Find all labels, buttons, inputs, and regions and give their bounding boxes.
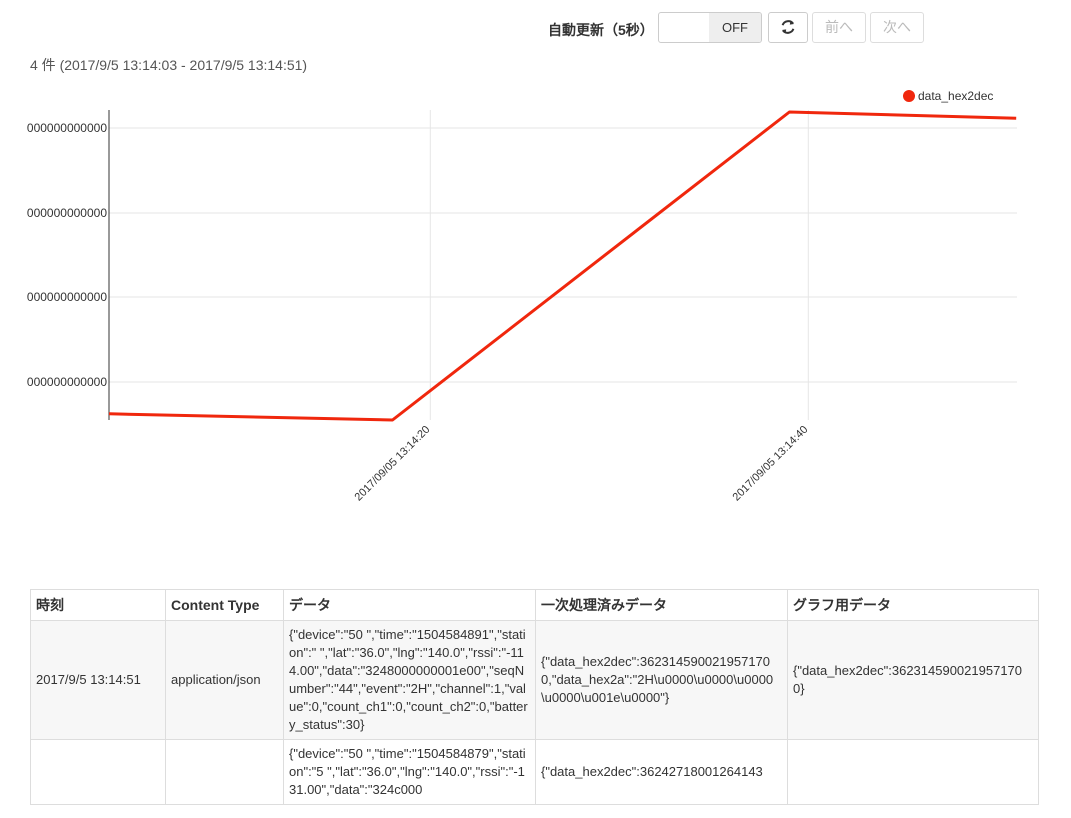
y-tick-label: 000000000000 — [27, 121, 107, 135]
cell-processed: {"data_hex2dec":36242718001264143 — [535, 739, 788, 805]
data-table: 時刻 Content Type データ 一次処理済みデータ グラフ用データ 20… — [30, 589, 1039, 805]
cell-data: {"device":"50 ","time":"1504584891","sta… — [283, 620, 536, 740]
header-content-type: Content Type — [165, 589, 284, 621]
cell-graph — [787, 739, 1039, 805]
cell-time — [30, 739, 166, 805]
cell-content-type — [165, 739, 284, 805]
y-tick-label: 000000000000 — [27, 290, 107, 304]
line-chart: 000000000000 000000000000 000000000000 0000… — [27, 89, 1017, 504]
x-tick-label: 2017/09/05 13:14:20 — [353, 424, 433, 504]
next-button[interactable]: 次へ — [870, 12, 924, 43]
y-tick-label: 000000000000 — [27, 375, 107, 389]
header-data: データ — [283, 589, 536, 621]
toggle-off-label: OFF — [709, 13, 761, 42]
table-row: 2017/9/5 13:14:51 application/json {"dev… — [30, 620, 1039, 740]
header-processed-data: 一次処理済みデータ — [535, 589, 788, 621]
legend-marker — [903, 90, 915, 102]
cell-graph: {"data_hex2dec":3623145900219571700} — [787, 620, 1039, 740]
table-row: {"device":"50 ","time":"1504584879","sta… — [30, 739, 1039, 805]
refresh-icon — [781, 20, 795, 35]
x-tick-label: 2017/09/05 13:14:40 — [731, 424, 811, 504]
auto-update-toggle[interactable]: OFF — [658, 12, 762, 43]
legend-label: data_hex2dec — [918, 89, 993, 103]
cell-processed: {"data_hex2dec":3623145900219571700,"dat… — [535, 620, 788, 740]
auto-update-label: 自動更新（5秒） — [548, 22, 654, 38]
cell-data: {"device":"50 ","time":"1504584879","sta… — [283, 739, 536, 805]
prev-button[interactable]: 前へ — [812, 12, 866, 43]
table-header-row: 時刻 Content Type データ 一次処理済みデータ グラフ用データ — [30, 589, 1039, 621]
series-line — [108, 110, 1017, 422]
cell-time: 2017/9/5 13:14:51 — [30, 620, 166, 740]
refresh-button[interactable] — [768, 12, 808, 43]
y-tick-label: 000000000000 — [27, 206, 107, 220]
header-graph-data: グラフ用データ — [787, 589, 1039, 621]
record-summary: 4 件 (2017/9/5 13:14:03 - 2017/9/5 13:14:… — [30, 57, 308, 73]
header-time: 時刻 — [30, 589, 166, 621]
cell-content-type: application/json — [165, 620, 284, 740]
